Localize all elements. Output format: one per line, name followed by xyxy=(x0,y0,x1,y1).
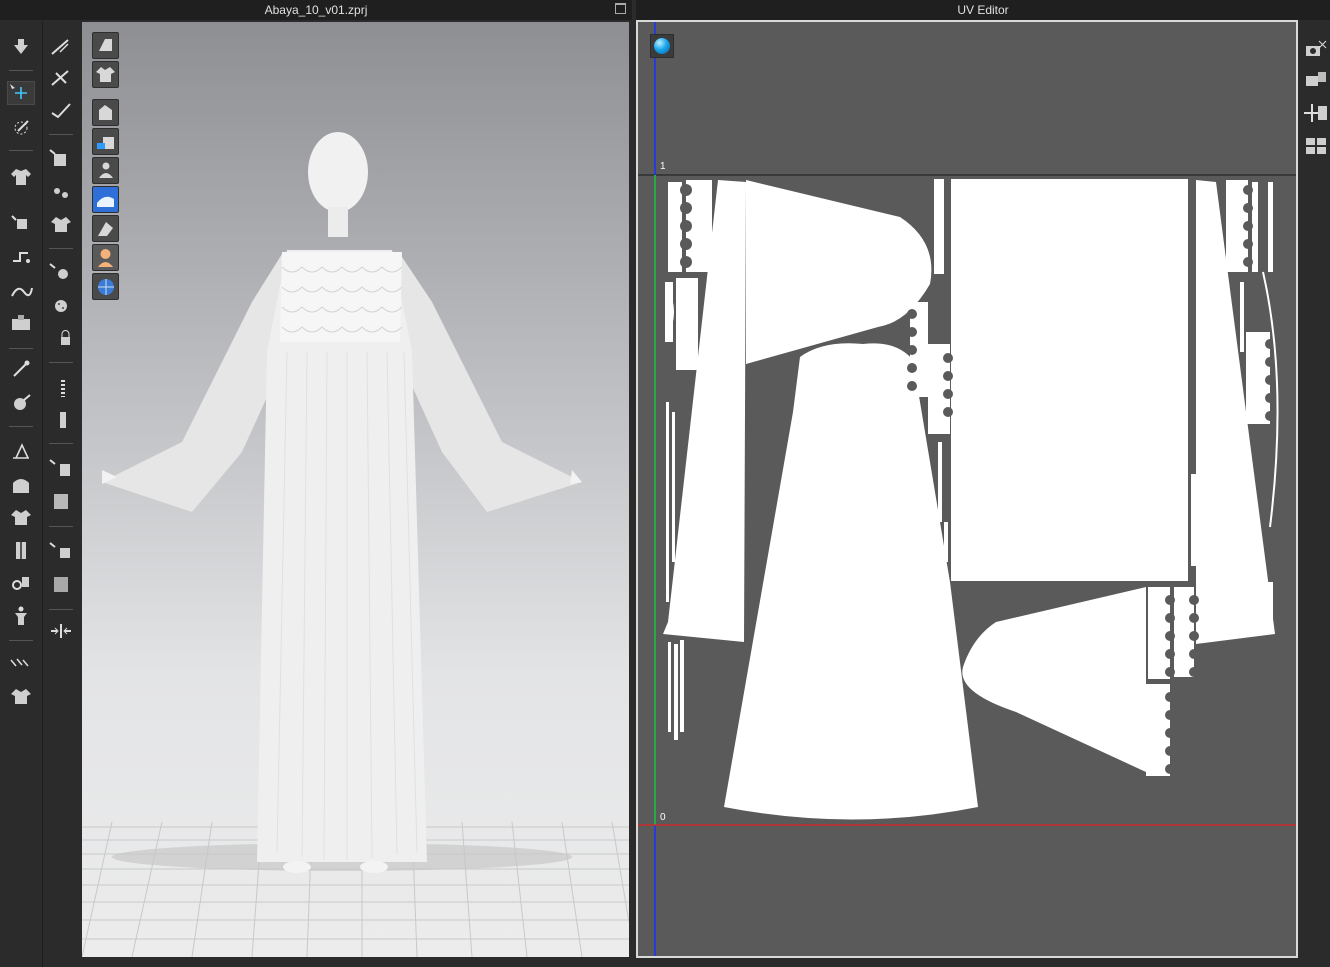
segment-icon[interactable] xyxy=(48,67,74,89)
shirring-icon[interactable] xyxy=(8,654,34,676)
transform-trim-icon[interactable] xyxy=(48,573,74,595)
uv-display-mode-icon[interactable] xyxy=(650,34,674,58)
garment-icon[interactable] xyxy=(8,165,34,187)
toolbar-column-2 xyxy=(43,22,81,967)
flatten-icon[interactable] xyxy=(48,620,74,642)
graphic-icon[interactable] xyxy=(48,458,74,480)
uv-arrange-icon[interactable] xyxy=(1304,134,1328,156)
uv-export-icon[interactable] xyxy=(1304,68,1328,90)
buttonhole-icon[interactable] xyxy=(48,295,74,317)
texture-edit-icon[interactable] xyxy=(48,148,74,170)
uv-editor-title: UV Editor xyxy=(957,3,1009,17)
3d-viewport[interactable] xyxy=(82,22,629,957)
pin-icon[interactable] xyxy=(8,358,34,380)
show-avatar-icon[interactable] xyxy=(92,157,119,184)
viewport-title: Abaya_10_v01.zprj xyxy=(264,3,368,17)
vest-icon[interactable] xyxy=(8,539,34,561)
show-avatar-garment-icon[interactable] xyxy=(92,99,119,126)
arrange-icon[interactable] xyxy=(8,212,34,234)
avatar-bust-icon[interactable] xyxy=(8,473,34,495)
zipper-icon[interactable] xyxy=(48,377,74,399)
uv-editor-title-bar: UV Editor xyxy=(636,0,1330,20)
avatar-figure-icon[interactable] xyxy=(8,605,34,627)
world-grid-icon[interactable] xyxy=(92,273,119,300)
uv-snapshot-icon[interactable] xyxy=(1304,38,1328,60)
select-move-icon[interactable] xyxy=(8,36,34,58)
uv-axis-origin-label: 0 xyxy=(660,812,666,823)
measure-icon[interactable] xyxy=(8,440,34,462)
undock-icon[interactable] xyxy=(615,3,626,14)
seam-icon[interactable] xyxy=(8,280,34,302)
uv-layout xyxy=(638,22,1296,956)
pattern-grid-icon[interactable] xyxy=(48,213,74,235)
uv-editor-canvas[interactable]: 1 0 xyxy=(636,20,1298,958)
uv-transform-icon[interactable] xyxy=(1304,102,1328,124)
zipper-puller-icon[interactable] xyxy=(48,409,74,431)
lock-icon[interactable] xyxy=(48,327,74,349)
link-icon[interactable] xyxy=(8,572,34,594)
viewport-title-bar: Abaya_10_v01.zprj xyxy=(0,0,632,20)
avatar-skin-toggle-icon[interactable] xyxy=(92,244,119,271)
button-icon[interactable] xyxy=(48,262,74,284)
uv-tool-strip xyxy=(1300,22,1330,967)
wireframe-icon[interactable] xyxy=(92,215,119,242)
tack-icon[interactable] xyxy=(8,312,34,334)
trace-icon[interactable] xyxy=(48,36,74,58)
3d-scene xyxy=(82,132,629,957)
transform-graphic-icon[interactable] xyxy=(48,490,74,512)
shirt-icon[interactable] xyxy=(8,506,34,528)
edit-pattern-icon[interactable] xyxy=(8,117,34,139)
fitting-icon[interactable] xyxy=(8,392,34,414)
internal-line-icon[interactable] xyxy=(48,99,74,121)
trim-icon[interactable] xyxy=(48,541,74,563)
show-garment-icon[interactable] xyxy=(92,61,119,88)
uv-axis-top-label: 1 xyxy=(660,161,666,172)
fold-icon[interactable] xyxy=(8,247,34,269)
undo-garment-icon[interactable] xyxy=(8,685,34,707)
toolbar-column-1 xyxy=(0,22,43,967)
avatar-mode-icon[interactable] xyxy=(92,186,119,213)
button-placement-icon[interactable] xyxy=(48,182,74,204)
show-texture-icon[interactable] xyxy=(92,128,119,155)
show-3d-pattern-icon[interactable] xyxy=(92,32,119,59)
transform-pattern-icon[interactable] xyxy=(7,81,35,105)
